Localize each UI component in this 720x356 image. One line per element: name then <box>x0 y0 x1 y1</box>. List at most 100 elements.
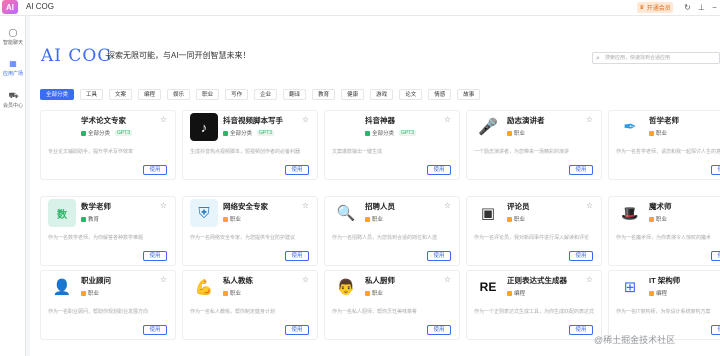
star-icon[interactable]: ☆ <box>586 115 593 124</box>
sidebar-item-app-square[interactable]: ▦ 应用广场 <box>0 59 26 77</box>
card-category: 职业 <box>649 215 667 223</box>
use-button[interactable]: 使用 <box>143 325 167 335</box>
magic-icon: 🎩 <box>616 199 644 227</box>
app-card[interactable]: ♪ 抖音视频脚本写手 全部分类 GPT3 ☆ 生成抖音热点视频脚本，短视频创作者的必备利器… <box>182 110 318 180</box>
app-card[interactable]: ⛨ 网络安全专家 职业 ☆ 作为一名网络安全专家，为您提供专业防护建议 使用 <box>182 196 318 266</box>
use-button[interactable]: 使用 <box>711 165 720 175</box>
app-card[interactable]: 数数学老师 教育 ☆ 作为一名数学老师，为你解答各种数学难题 使用 <box>40 196 176 266</box>
app-card[interactable]: 学术论文专家 全部分类 GPT3 ☆ 专业论文辅助助手，提升学术写作效率 使用 <box>40 110 176 180</box>
sidebar-item-member[interactable]: ⛟ 会员中心 <box>0 91 26 109</box>
card-title: 哲学老师 <box>649 116 679 125</box>
app-card[interactable]: 🎤 励志演讲者 职业 ☆ 一个励志演讲者，为您带来一场精彩的演讲 使用 <box>466 110 602 180</box>
model-badge: GPT3 <box>257 130 275 136</box>
card-category: 编程 <box>649 289 667 297</box>
tab-item[interactable]: 健康 <box>341 89 365 100</box>
app-card[interactable]: ⊞IT 架构师编程☆作为一名IT架构师，为你设计系统架构方案使用 <box>608 270 720 340</box>
advisor-icon: 👤 <box>48 273 76 301</box>
star-icon[interactable]: ☆ <box>160 115 167 124</box>
card-description: 作为一名魔术师，为你表演令人惊叹的魔术 <box>616 235 712 241</box>
chef-icon: 👨 <box>332 273 360 301</box>
star-icon[interactable]: ☆ <box>302 201 309 210</box>
app-card[interactable]: ✒哲学老师职业☆作为一名哲学老师，请您和我一起探讨人生的意义使用 <box>608 110 720 180</box>
card-title: 魔术师 <box>649 202 672 211</box>
app-card[interactable]: ▣ 评论员 职业 ☆ 作为一名评论员，我对新闻事件进行深入解读和评论 使用 <box>466 196 602 266</box>
tab-item[interactable]: 情感 <box>428 89 452 100</box>
card-title: 私人教练 <box>223 276 253 285</box>
tab-item[interactable]: 故事 <box>457 89 481 100</box>
tab-item[interactable]: 工具 <box>80 89 104 100</box>
vip-button[interactable]: ♛ 开通会员 <box>637 2 673 13</box>
use-button[interactable]: 使用 <box>569 251 593 261</box>
card-title: 评论员 <box>507 202 530 211</box>
card-category: 编程 <box>507 289 525 297</box>
star-icon[interactable]: ☆ <box>160 275 167 284</box>
category-tabs: 全部分类 工具 文案 编程 娱乐 职业 写作 企业 翻译 教育 健康 游戏 论文 情感 故事 <box>40 89 481 100</box>
use-button[interactable]: 使用 <box>427 251 451 261</box>
sidebar-item-chat[interactable]: ◯ 智能聊天 <box>0 28 26 46</box>
use-button[interactable]: 使用 <box>143 251 167 261</box>
card-category: 职业 <box>223 215 241 223</box>
card-description: 作为一名哲学老师，请您和我一起探讨人生的意义 <box>616 149 720 155</box>
search-icon: ⌕ <box>596 55 600 62</box>
use-button[interactable]: 使用 <box>285 251 309 261</box>
tab-item[interactable]: 论文 <box>399 89 423 100</box>
star-icon[interactable]: ☆ <box>302 275 309 284</box>
card-category: 职业 <box>507 215 525 223</box>
star-icon[interactable]: ☆ <box>302 115 309 124</box>
star-icon[interactable]: ☆ <box>444 275 451 284</box>
star-icon[interactable]: ☆ <box>586 275 593 284</box>
card-description: 作为一名数学老师，为你解答各种数学难题 <box>48 235 144 241</box>
brand-title: AI COG <box>41 46 112 66</box>
star-icon[interactable]: ☆ <box>160 201 167 210</box>
category-icon <box>649 290 654 296</box>
tab-item[interactable]: 游戏 <box>370 89 394 100</box>
use-button[interactable]: 使用 <box>569 165 593 175</box>
tab-item[interactable]: 全部分类 <box>40 89 75 100</box>
tab-item[interactable]: 企业 <box>254 89 278 100</box>
card-category: 职业 <box>223 289 241 297</box>
app-card[interactable]: 👨 私人厨师 职业 ☆ 作为一名私人厨师，帮你烹饪美味菜肴 使用 <box>324 270 460 340</box>
star-icon[interactable]: ☆ <box>444 201 451 210</box>
app-card[interactable]: 抖音神器 全部分类 GPT3 ☆ 文案爆款输出一键生成 使用 <box>324 110 460 180</box>
use-button[interactable]: 使用 <box>285 165 309 175</box>
tab-item[interactable]: 娱乐 <box>167 89 191 100</box>
card-category: 职业 <box>365 215 383 223</box>
category-icon <box>81 290 86 296</box>
card-category: 全部分类 GPT3 <box>81 129 133 137</box>
category-icon <box>507 290 512 296</box>
card-title: 励志演讲者 <box>507 116 545 125</box>
star-icon[interactable]: ☆ <box>444 115 451 124</box>
use-button[interactable]: 使用 <box>285 325 309 335</box>
blank-icon <box>332 113 360 141</box>
star-icon[interactable]: ☆ <box>586 201 593 210</box>
app-card[interactable]: 🔍 招聘人员 职业 ☆ 作为一名招聘人员，为您找到合适的岗位和人选 使用 <box>324 196 460 266</box>
app-card[interactable]: 💪 私人教练 职业 ☆ 作为一名私人教练，帮你制定健身计划 使用 <box>182 270 318 340</box>
refresh-icon[interactable]: ↻ <box>682 2 693 13</box>
use-button[interactable]: 使用 <box>569 325 593 335</box>
tab-item[interactable]: 职业 <box>196 89 220 100</box>
tab-item[interactable]: 文案 <box>109 89 133 100</box>
use-button[interactable]: 使用 <box>711 325 720 335</box>
app-card[interactable]: 👤 职业顾问 职业 ☆ 作为一名职业顾问，帮助你规划职业发展方向 使用 <box>40 270 176 340</box>
use-button[interactable]: 使用 <box>427 165 451 175</box>
speech-icon: 🎤 <box>474 113 502 141</box>
card-description: 作为一名私人教练，帮你制定健身计划 <box>190 309 276 315</box>
cart-icon: ⛟ <box>8 91 19 100</box>
tab-item[interactable]: 编程 <box>138 89 162 100</box>
use-button[interactable]: 使用 <box>711 251 720 261</box>
tab-item[interactable]: 翻译 <box>283 89 307 100</box>
minimize-icon[interactable]: − <box>709 2 720 13</box>
card-description: 一个励志演讲者，为您带来一场精彩的演讲 <box>474 149 570 155</box>
use-button[interactable]: 使用 <box>427 325 451 335</box>
card-description: 生成抖音热点视频脚本，短视频创作者的必备利器 <box>190 149 301 155</box>
model-badge: GPT3 <box>115 130 133 136</box>
use-button[interactable]: 使用 <box>143 165 167 175</box>
tab-item[interactable]: 写作 <box>225 89 249 100</box>
app-logo: AI <box>2 0 18 14</box>
card-title: 抖音神器 <box>365 116 395 125</box>
search-input[interactable]: ⌕ 搜索应用，快速找到合适应用 <box>592 52 720 64</box>
tab-item[interactable]: 教育 <box>312 89 336 100</box>
pin-icon[interactable]: ⊥ <box>696 2 707 13</box>
app-card[interactable]: RE 正则表达式生成器 编程 ☆ 作为一个正则表达式生成工具，为你生成匹配的表达式 使用 <box>466 270 602 340</box>
app-card[interactable]: 🎩魔术师职业☆作为一名魔术师，为你表演令人惊叹的魔术使用 <box>608 196 720 266</box>
